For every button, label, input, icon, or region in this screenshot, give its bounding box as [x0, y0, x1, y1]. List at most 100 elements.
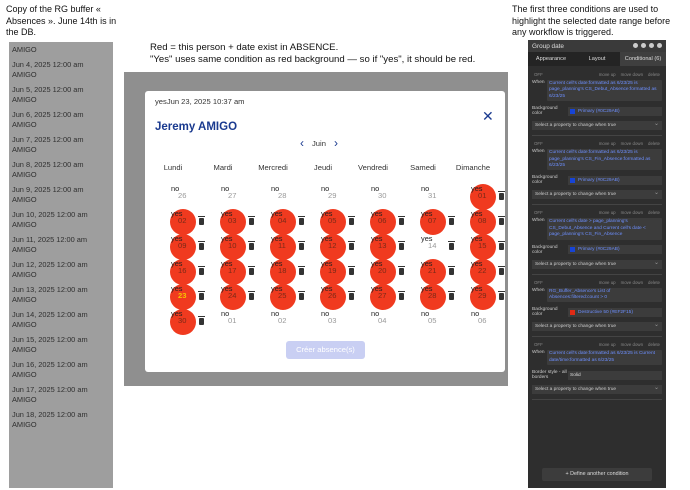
calendar-day[interactable]: 01 no	[220, 309, 246, 335]
move-down-button[interactable]: move down	[621, 342, 643, 347]
trash-icon[interactable]	[298, 241, 305, 250]
trash-icon[interactable]	[248, 241, 255, 250]
when-expression[interactable]: Current cell's date:formatted as 6/23/25…	[547, 80, 662, 102]
calendar-day[interactable]: 10 yes	[220, 234, 255, 260]
delete-button[interactable]: delete	[648, 210, 660, 215]
off-toggle[interactable]: OFF	[534, 70, 543, 79]
calendar-day[interactable]: 02 no	[270, 309, 296, 335]
trash-icon[interactable]	[398, 241, 405, 250]
calendar-day[interactable]: 26 yes	[320, 284, 355, 310]
calendar-day[interactable]: 27 no	[220, 184, 246, 210]
trash-icon[interactable]	[448, 291, 455, 300]
calendar-day[interactable]: 17 yes	[220, 259, 255, 285]
create-absence-button[interactable]: Créer absence(s)	[286, 341, 365, 359]
calendar-day[interactable]: 30 yes	[170, 309, 205, 335]
trash-icon[interactable]	[248, 266, 255, 275]
trash-icon[interactable]	[298, 216, 305, 225]
calendar-day[interactable]: 20 yes	[370, 259, 405, 285]
calendar-day[interactable]: 27 yes	[370, 284, 405, 310]
calendar-day[interactable]: 04 yes	[270, 209, 305, 235]
panel-tab[interactable]: Conditional (6)	[620, 52, 666, 66]
calendar-day[interactable]: 25 yes	[270, 284, 305, 310]
trash-icon[interactable]	[298, 266, 305, 275]
select-property-dropdown[interactable]: Select a property to change when true	[532, 321, 662, 332]
trash-icon[interactable]	[448, 241, 455, 250]
calendar-day[interactable]: 05 no	[420, 309, 446, 335]
close-icon[interactable]: ✕	[482, 109, 494, 123]
move-up-button[interactable]: move up	[599, 280, 616, 285]
calendar-day[interactable]: 29 no	[320, 184, 346, 210]
calendar-day[interactable]: 02 yes	[170, 209, 205, 235]
calendar-day[interactable]: 14 yes	[420, 234, 455, 260]
trash-icon[interactable]	[498, 291, 505, 300]
trash-icon[interactable]	[248, 216, 255, 225]
property-value[interactable]: Primary (#0C29AB)	[568, 245, 662, 255]
off-toggle[interactable]: OFF	[534, 278, 543, 287]
calendar-day[interactable]: 09 yes	[170, 234, 205, 260]
property-value[interactable]: Primary (#0C29AB)	[568, 175, 662, 185]
select-property-dropdown[interactable]: Select a property to change when true	[532, 384, 662, 395]
define-condition-button[interactable]: + Define another condition	[542, 468, 652, 481]
move-down-button[interactable]: move down	[621, 141, 643, 146]
trash-icon[interactable]	[348, 216, 355, 225]
move-down-button[interactable]: move down	[621, 210, 643, 215]
calendar-day[interactable]: 13 yes	[370, 234, 405, 260]
trash-icon[interactable]	[198, 291, 205, 300]
delete-button[interactable]: delete	[648, 342, 660, 347]
move-up-button[interactable]: move up	[599, 141, 616, 146]
panel-tab[interactable]: Appearance	[528, 52, 574, 66]
trash-icon[interactable]	[498, 216, 505, 225]
calendar-day[interactable]: 18 yes	[270, 259, 305, 285]
delete-button[interactable]: delete	[648, 141, 660, 146]
trash-icon[interactable]	[498, 191, 505, 200]
trash-icon[interactable]	[348, 266, 355, 275]
trash-icon[interactable]	[448, 216, 455, 225]
calendar-day[interactable]: 16 yes	[170, 259, 205, 285]
panel-tab[interactable]: Layout	[574, 52, 620, 66]
settings-icon[interactable]	[641, 42, 646, 48]
trash-icon[interactable]	[198, 316, 205, 325]
trash-icon[interactable]	[348, 291, 355, 300]
trash-icon[interactable]	[198, 216, 205, 225]
trash-icon[interactable]	[348, 241, 355, 250]
off-toggle[interactable]: OFF	[534, 139, 543, 148]
calendar-day[interactable]: 31 no	[420, 184, 446, 210]
calendar-day[interactable]: 04 no	[370, 309, 396, 335]
when-expression[interactable]: Current cell's date:formatted as 6/23/25…	[547, 350, 662, 366]
when-expression[interactable]: RG_Buffer_Absence's List of Absences:fil…	[547, 287, 662, 303]
trash-icon[interactable]	[248, 291, 255, 300]
when-expression[interactable]: Current cell's date:formatted as 6/23/25…	[547, 149, 662, 171]
chevron-right-icon[interactable]: ›	[334, 137, 338, 149]
select-property-dropdown[interactable]: Select a property to change when true	[532, 189, 662, 200]
trash-icon[interactable]	[498, 266, 505, 275]
trash-icon[interactable]	[498, 241, 505, 250]
when-expression[interactable]: Current cell's date > page_planning's CS…	[547, 218, 662, 240]
calendar-day[interactable]: 07 yes	[420, 209, 455, 235]
property-value[interactable]: Primary (#0C29AB)	[568, 106, 662, 116]
move-up-button[interactable]: move up	[599, 72, 616, 77]
calendar-day[interactable]: 22 yes	[470, 259, 505, 285]
property-value[interactable]: Solid	[568, 370, 662, 380]
trash-icon[interactable]	[398, 291, 405, 300]
calendar-day[interactable]: 03 yes	[220, 209, 255, 235]
calendar-day[interactable]: 19 yes	[320, 259, 355, 285]
delete-button[interactable]: delete	[648, 72, 660, 77]
move-down-button[interactable]: move down	[621, 280, 643, 285]
calendar-day[interactable]: 06 yes	[370, 209, 405, 235]
select-property-dropdown[interactable]: Select a property to change when true	[532, 259, 662, 269]
move-up-button[interactable]: move up	[599, 342, 616, 347]
chevron-left-icon[interactable]: ‹	[300, 137, 304, 149]
trash-icon[interactable]	[298, 291, 305, 300]
calendar-day[interactable]: 21 yes	[420, 259, 455, 285]
calendar-day[interactable]: 15 yes	[470, 234, 505, 260]
calendar-day[interactable]: 28 yes	[420, 284, 455, 310]
calendar-day[interactable]: 06 no	[470, 309, 496, 335]
off-toggle[interactable]: OFF	[534, 208, 543, 217]
calendar-day[interactable]: 29 yes	[470, 284, 505, 310]
calendar-day[interactable]: 05 yes	[320, 209, 355, 235]
trash-icon[interactable]	[398, 266, 405, 275]
trash-icon[interactable]	[198, 266, 205, 275]
trash-icon[interactable]	[398, 216, 405, 225]
calendar-day[interactable]: 26 no	[170, 184, 196, 210]
calendar-day[interactable]: 23 yes	[170, 284, 205, 310]
